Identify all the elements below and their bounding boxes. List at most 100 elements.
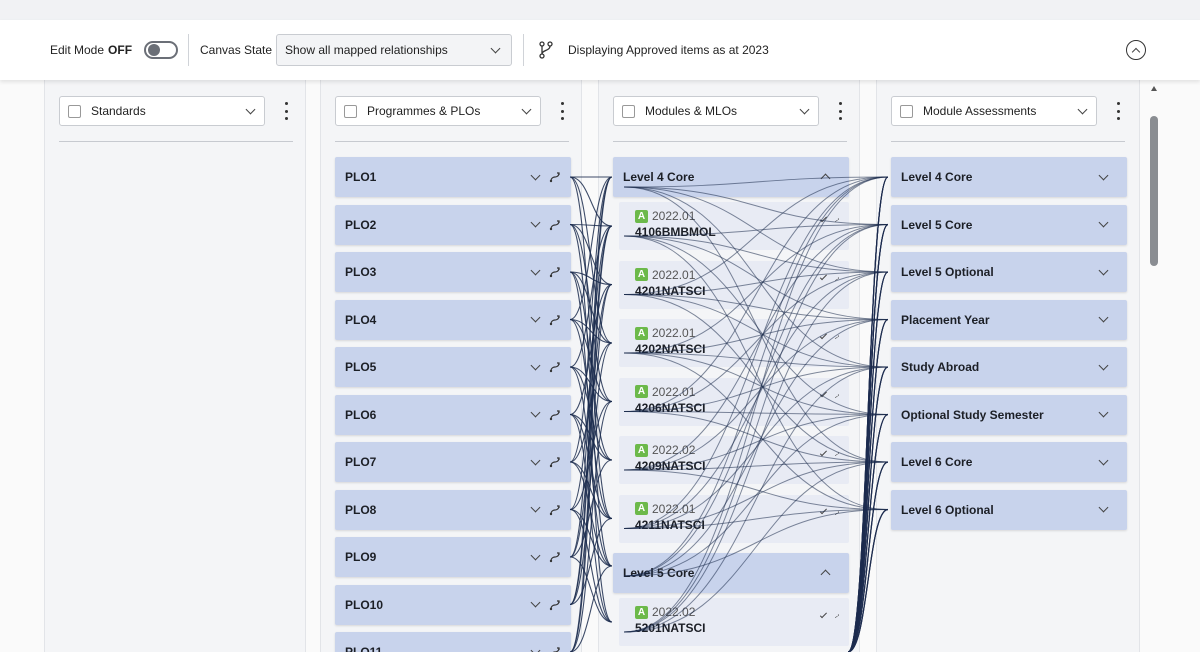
plo-label: PLO7 [345,455,377,469]
assessments-menu-icon[interactable] [1115,102,1121,120]
approved-badge: A [635,385,648,398]
standards-filter-select[interactable]: Standards [59,96,265,126]
plo-item[interactable]: PLO8 [335,489,571,530]
chevron-down-icon[interactable] [530,502,541,513]
programmes-filter-select[interactable]: Programmes & PLOs [335,96,541,126]
canvas-scrollbar[interactable] [1148,80,1160,652]
chevron-down-icon[interactable] [1098,360,1109,370]
collapse-up-icon[interactable] [1126,40,1146,60]
chevron-down-icon[interactable] [819,610,827,618]
assessment-item[interactable]: Level 4 Core [891,157,1127,197]
module-card[interactable]: A 2022.02 5201NATSCI [619,598,849,646]
programmes-checkbox[interactable] [344,104,357,118]
modules-filter-select[interactable]: Modules & MLOs [613,96,819,126]
link-icon [834,335,839,340]
assessment-item[interactable]: Placement Year [891,299,1127,340]
plo-item[interactable]: PLO5 [335,347,571,387]
plo-item[interactable]: PLO3 [335,252,571,292]
canvas-state-select[interactable]: Show all mapped relationships [276,34,512,66]
toolbar-separator [523,34,524,66]
chevron-down-icon[interactable] [819,507,827,515]
plo-item[interactable]: PLO6 [335,394,571,435]
approved-badge: A [635,502,648,515]
edit-mode-control: Edit Mode OFF [50,20,179,80]
plo-item[interactable]: PLO4 [335,299,571,340]
assessment-item[interactable]: Level 5 Optional [891,252,1127,292]
chevron-down-icon[interactable] [530,265,541,275]
chevron-up-icon[interactable] [820,569,831,580]
plo-item[interactable]: PLO10 [335,584,571,625]
assessment-item[interactable]: Study Abroad [891,347,1127,387]
chevron-down-icon[interactable] [530,550,541,560]
module-group-label: Level 5 Core [623,566,695,580]
chevron-down-icon [245,104,256,114]
scroll-thumb[interactable] [1150,116,1158,266]
assessment-label: Study Abroad [901,360,980,374]
chevron-down-icon [490,43,501,53]
assessments-filter-select[interactable]: Module Assessments [891,96,1097,126]
plo-item[interactable]: PLO7 [335,442,571,482]
chevron-down-icon[interactable] [530,170,541,180]
plo-item[interactable]: PLO2 [335,204,571,245]
chevron-down-icon[interactable] [819,448,827,456]
chevron-down-icon[interactable] [530,597,541,608]
assessments-checkbox[interactable] [900,104,913,118]
chevron-down-icon[interactable] [1098,502,1109,513]
programmes-menu-icon[interactable] [559,102,565,120]
module-card[interactable]: A 2022.01 4106BMBMOL [619,202,849,250]
assessment-label: Level 5 Optional [901,265,994,279]
module-controls [819,610,839,619]
chevron-down-icon[interactable] [819,331,827,339]
chevron-down-icon[interactable] [819,214,827,222]
module-group-header[interactable]: Level 5 Core [613,553,849,593]
column-divider [613,141,847,142]
standards-title: Standards [91,104,146,118]
plo-item[interactable]: PLO11 [335,632,571,652]
assessment-item[interactable]: Level 6 Optional [891,489,1127,530]
standards-checkbox[interactable] [68,104,81,118]
assessment-label: Placement Year [901,312,990,327]
module-card[interactable]: A 2022.01 4202NATSCI [619,319,849,367]
chevron-down-icon[interactable] [1098,217,1109,228]
chevron-down-icon[interactable] [1098,455,1109,465]
scroll-up-arrow-icon[interactable] [1151,86,1157,91]
chevron-up-icon[interactable] [820,173,831,184]
chevron-down-icon[interactable] [530,217,541,228]
plo-item[interactable]: PLO9 [335,537,571,577]
assessment-item[interactable]: Optional Study Semester [891,394,1127,435]
assessment-item[interactable]: Level 6 Core [891,442,1127,482]
chevron-down-icon[interactable] [1098,312,1109,323]
canvas-state-value: Show all mapped relationships [285,43,448,57]
module-card[interactable]: A 2022.02 4209NATSCI [619,436,849,484]
modules-menu-icon[interactable] [837,102,843,120]
link-icon [834,218,839,223]
module-code: 4202NATSCI [635,342,706,356]
edit-mode-toggle[interactable] [144,41,179,59]
version-text: 2022.01 [652,209,696,223]
chevron-down-icon[interactable] [530,455,541,465]
link-icon [549,552,560,563]
plo-item[interactable]: PLO1 [335,157,571,197]
chevron-down-icon[interactable] [1098,407,1109,418]
module-code: 4106BMBMOL [635,225,716,239]
link-icon [549,219,560,230]
module-group-header[interactable]: Level 4 Core [613,157,849,197]
module-card[interactable]: A 2022.01 4211NATSCI [619,494,849,543]
module-card[interactable]: A 2022.01 4206NATSCI [619,377,849,426]
chevron-down-icon[interactable] [819,273,827,281]
chevron-down-icon[interactable] [530,645,541,652]
module-version: A 2022.02 [635,605,695,619]
chevron-down-icon[interactable] [530,312,541,323]
column-divider [891,141,1125,142]
chevron-down-icon[interactable] [819,390,827,398]
modules-checkbox[interactable] [622,104,635,118]
assessment-item[interactable]: Level 5 Core [891,204,1127,245]
standards-menu-icon[interactable] [283,102,289,120]
programmes-column: Programmes & PLOs PLO1 PLO2 PLO3 PLO4 PL… [320,80,582,652]
chevron-down-icon[interactable] [530,407,541,418]
module-card[interactable]: A 2022.01 4201NATSCI [619,260,849,309]
version-text: 2022.01 [652,326,696,340]
chevron-down-icon[interactable] [1098,170,1109,180]
chevron-down-icon[interactable] [530,360,541,370]
chevron-down-icon[interactable] [1098,265,1109,275]
